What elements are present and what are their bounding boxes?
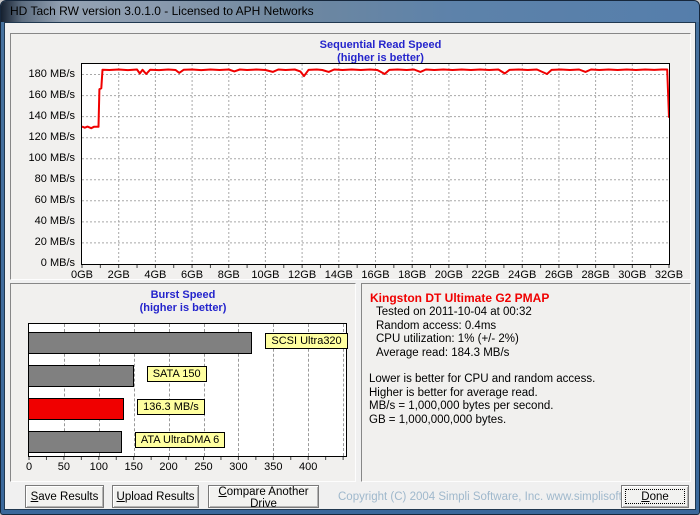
burst-bar [29,332,253,354]
x-axis-tick-label: 14GB [324,269,353,281]
info-note-line: Lower is better for CPU and random acces… [369,373,596,385]
upload-results-label: Upload Results [116,490,195,503]
x-axis-tick-label: 300 [229,461,248,473]
done-button[interactable]: Done [621,485,689,508]
y-axis-tick-label: 120 MB/s [28,130,75,143]
burst-speed-panel: Burst Speed (higher is better) SCSI Ultr… [10,283,356,482]
x-axis-tick-label: 30GB [618,269,647,281]
gridline [308,324,310,456]
y-axis-tick-label: 180 MB/s [28,67,75,80]
y-axis-tick-label: 160 MB/s [28,88,75,101]
x-axis-tick-label: 100 [89,461,108,473]
info-note-line: Higher is better for average read. [369,386,538,399]
sequential-read-panel: Sequential Read Speed (higher is better)… [10,33,691,281]
burst-bar [29,431,122,453]
burst-bar [29,365,134,387]
x-axis-tick-label: 2GB [107,269,130,281]
window-title: HD Tach RW version 3.0.1.0 - Licensed to… [10,4,314,18]
burst-plot-area [28,323,347,457]
seq-line-chart [82,64,669,264]
drive-info-panel: Kingston DT Ultimate G2 PMAP Tested on 2… [361,283,691,482]
footer-bar: Save Results Upload Results Compare Anot… [5,484,695,511]
info-note-line: GB = 1,000,000,000 bytes. [369,413,507,426]
x-axis-tick-label: 12GB [288,269,317,281]
info-notes: Lower is better for CPU and random acces… [362,373,690,427]
info-note-line: MB/s = 1,000,000 bytes per second. [369,400,554,412]
compare-another-drive-label: Compare Another Drive [218,486,309,510]
y-axis-tick-label: 140 MB/s [28,109,75,122]
burst-x-minor-ticks [28,457,344,460]
x-axis-tick-label: 20GB [434,269,463,281]
y-axis-tick-label: 60 MB/s [34,193,75,206]
upload-results-button[interactable]: Upload Results [112,485,199,508]
save-results-label: Save Results [30,490,99,503]
seq-plot-area [81,63,670,265]
x-axis-tick-label: 400 [299,461,318,473]
drive-stat-line: Random access: 0.4ms [376,319,497,332]
burst-chart-title: Burst Speed [150,289,216,301]
gridline [343,324,345,456]
y-axis-tick-label: 20 MB/s [34,235,75,248]
x-axis-tick-label: 350 [264,461,283,473]
x-axis-tick-label: 50 [57,461,71,473]
x-axis-tick-label: 200 [159,461,178,473]
x-axis-tick-label: 32GB [654,269,684,281]
x-axis-tick-label: 22GB [471,269,500,281]
y-axis-tick-label: 100 MB/s [28,151,75,164]
burst-chart-subtitle: (higher is better) [139,302,227,314]
x-axis-tick-label: 250 [194,461,213,473]
y-axis-tick-label: 40 MB/s [34,214,75,227]
x-axis-tick-label: 6GB [181,269,204,281]
client-area: Sequential Read Speed (higher is better)… [4,22,696,510]
x-axis-tick-label: 0 [25,461,33,473]
hdtach-window: HD Tach RW version 3.0.1.0 - Licensed to… [0,0,700,515]
x-axis-tick-label: 18GB [398,269,427,281]
seq-chart-title: Sequential Read Speed [319,39,442,51]
x-axis-tick-label: 24GB [508,269,537,281]
x-axis-tick-label: 16GB [361,269,390,281]
x-axis-tick-label: 8GB [217,269,240,281]
seq-x-minor-ticks [81,265,670,268]
save-results-button[interactable]: Save Results [25,485,104,508]
burst-bar [29,398,125,420]
gridline [273,324,275,456]
y-axis-tick-label: 0 MB/s [40,257,75,269]
drive-stats: Tested on 2011-10-04 at 00:32 Random acce… [362,306,690,360]
title-bar[interactable]: HD Tach RW version 3.0.1.0 - Licensed to… [1,1,699,22]
drive-stat-line: CPU utilization: 1% (+/- 2%) [376,333,519,345]
done-label: Done [641,490,669,503]
x-axis-tick-label: 0GB [70,269,94,281]
x-axis-tick-label: 10GB [251,269,280,281]
compare-another-drive-button[interactable]: Compare Another Drive [208,485,319,510]
drive-name: Kingston DT Ultimate G2 PMAP [370,291,550,305]
drive-stat-line: Tested on 2011-10-04 at 00:32 [376,306,532,318]
x-axis-tick-label: 28GB [581,269,610,281]
x-axis-tick-label: 26GB [544,269,574,281]
drive-stat-line: Average read: 184.3 MB/s [376,346,510,359]
x-axis-tick-label: 4GB [144,269,167,281]
x-axis-tick-label: 150 [124,461,143,473]
y-axis-tick-label: 80 MB/s [34,172,75,185]
